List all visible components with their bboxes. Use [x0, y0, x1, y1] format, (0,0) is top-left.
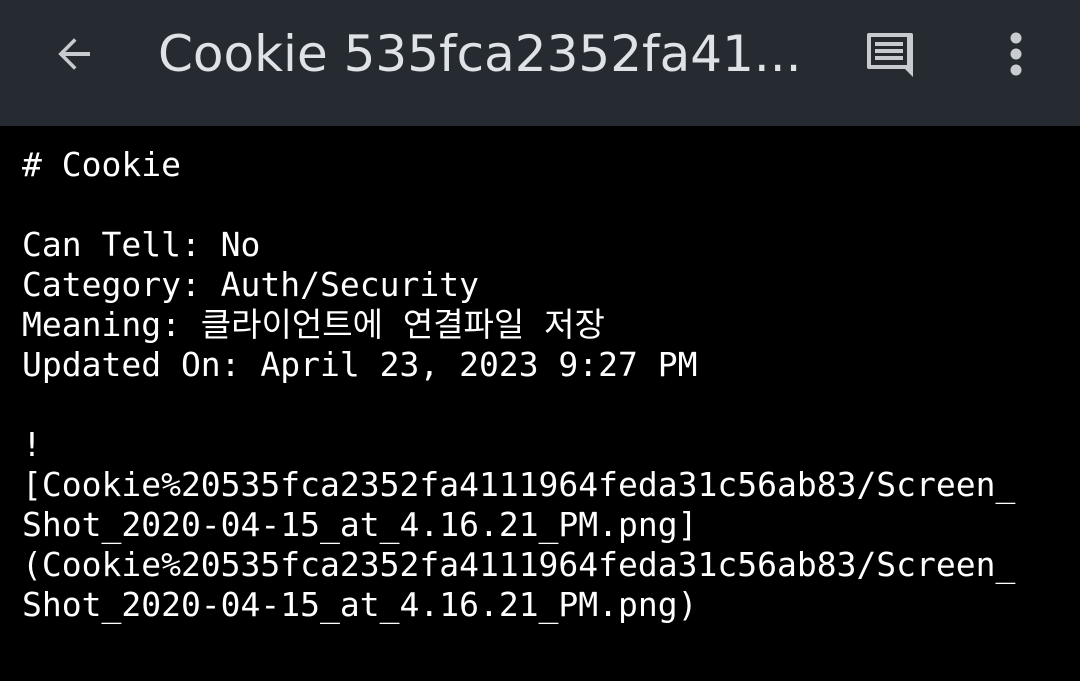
more-vert-icon — [1010, 32, 1022, 76]
note-body: # Cookie Can Tell: No Category: Auth/Sec… — [22, 145, 1062, 625]
arrow-left-icon — [58, 38, 90, 70]
top-app-bar: Cookie 535fca2352fa41... — [0, 0, 1080, 126]
image-src-line-1: (Cookie%20535fca2352fa4111964feda31c56ab… — [22, 545, 1016, 584]
comment-icon — [867, 33, 913, 77]
back-button[interactable] — [42, 22, 106, 86]
can-tell-line: Can Tell: No — [22, 225, 261, 264]
category-line: Category: Auth/Security — [22, 265, 479, 304]
image-alt-line-2: Shot_2020-04-15_at_4.16.21_PM.png] — [22, 505, 698, 544]
note-viewer: Cookie 535fca2352fa41... # Cookie Can Te… — [0, 0, 1080, 681]
image-markdown-bang: ! — [22, 425, 42, 464]
page-title: Cookie 535fca2352fa41... — [158, 25, 802, 83]
more-options-button[interactable] — [990, 20, 1042, 88]
comments-button[interactable] — [856, 20, 924, 88]
image-alt-line-1: [Cookie%20535fca2352fa4111964feda31c56ab… — [22, 465, 1016, 504]
image-src-line-2: Shot_2020-04-15_at_4.16.21_PM.png) — [22, 585, 698, 624]
meaning-line: Meaning: 클라이언트에 연결파일 저장 — [22, 305, 605, 344]
updated-on-line: Updated On: April 23, 2023 9:27 PM — [22, 345, 698, 384]
heading-line: # Cookie — [22, 145, 181, 184]
